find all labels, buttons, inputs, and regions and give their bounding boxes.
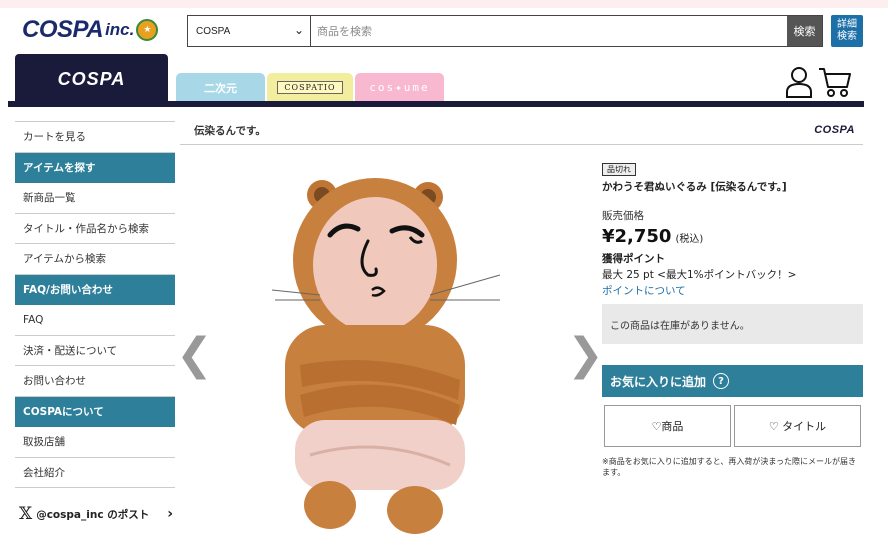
points-info-link[interactable]: ポイントについて xyxy=(602,283,864,298)
status-badge: 品切れ xyxy=(602,163,636,176)
advanced-search-button[interactable]: 詳細 検索 xyxy=(831,15,863,47)
search-scope-value: COSPA xyxy=(196,25,231,37)
sidebar-item-faq[interactable]: FAQ xyxy=(15,305,175,336)
search-bar: COSPA ⌄ 検索 xyxy=(187,15,823,47)
nav-band xyxy=(8,101,864,107)
price-value: ¥2,750 xyxy=(602,226,672,247)
favorite-note: ※商品をお気に入りに追加すると、再入荷が決まった際にメールが届きます。 xyxy=(602,457,857,477)
sidebar-head-about[interactable]: COSPAについて xyxy=(15,396,175,427)
advanced-search-label: 詳細 検索 xyxy=(837,19,857,42)
logo-text: COSPA xyxy=(22,16,104,43)
sidebar-item-cart[interactable]: カートを見る xyxy=(15,122,175,153)
tab-nijigen[interactable]: 二次元 xyxy=(176,73,265,102)
help-icon[interactable]: ? xyxy=(713,373,730,389)
logo-suffix: inc. xyxy=(105,20,135,39)
tab-cospa-label: COSPA xyxy=(57,68,126,89)
prev-image-button[interactable]: ❮ xyxy=(176,333,213,377)
tab-costume-label: cos✦ume xyxy=(369,81,430,94)
search-button[interactable]: 検索 xyxy=(787,16,822,46)
logo-badge-icon: ★ xyxy=(136,19,159,41)
search-scope-select[interactable]: COSPA ⌄ xyxy=(188,16,311,46)
sidebar-item-company[interactable]: 会社紹介 xyxy=(15,458,175,488)
sidebar-x-link[interactable]: 𝕏 @cospa_inc のポスト › xyxy=(15,488,175,540)
sidebar-top-divider xyxy=(15,110,175,122)
points-title: 獲得ポイント xyxy=(602,253,665,265)
breadcrumb-brand-logo: COSPA xyxy=(814,124,855,136)
cart-icon[interactable] xyxy=(818,66,852,98)
breadcrumb: 伝染るんです。 COSPA xyxy=(180,116,863,145)
sidebar: カートを見る アイテムを探す 新商品一覧 タイトル・作品名から検索 アイテムから… xyxy=(15,110,175,540)
tab-cospatio[interactable]: COSPATIO xyxy=(267,73,353,102)
x-logo-icon: 𝕏 xyxy=(19,504,33,524)
sidebar-item-contact[interactable]: お問い合わせ xyxy=(15,366,175,397)
chevron-down-icon: ⌄ xyxy=(293,23,304,37)
sidebar-head-items[interactable]: アイテムを探す xyxy=(15,152,175,183)
sidebar-item-payment[interactable]: 決済・配送について xyxy=(15,336,175,366)
product-name: かわうそ君ぬいぐるみ [伝染るんです。] xyxy=(602,181,787,193)
points-value: 最大 25 pt <最大1%ポイントバック！> xyxy=(602,269,797,281)
favorite-header-label: お気に入りに追加 xyxy=(610,374,707,389)
tab-costume[interactable]: cos✦ume xyxy=(355,73,444,102)
search-input[interactable] xyxy=(311,16,787,46)
product-image xyxy=(271,178,501,534)
product-info: 品切れ かわうそ君ぬいぐるみ [伝染るんです。] 販売価格 ¥2,750 (税込… xyxy=(602,157,864,298)
tab-cospatio-label: COSPATIO xyxy=(277,81,343,94)
sidebar-item-title-search[interactable]: タイトル・作品名から検索 xyxy=(15,214,175,244)
tab-nijigen-label: 二次元 xyxy=(204,81,237,95)
sidebar-item-item-search[interactable]: アイテムから検索 xyxy=(15,244,175,275)
sidebar-item-new[interactable]: 新商品一覧 xyxy=(15,183,175,214)
chevron-right-icon: › xyxy=(167,506,173,522)
breadcrumb-title[interactable]: 伝染るんです。 xyxy=(194,123,266,138)
user-icon[interactable] xyxy=(784,66,814,98)
sidebar-item-stores[interactable]: 取扱店舗 xyxy=(15,427,175,458)
tax-note: (税込) xyxy=(675,234,704,245)
tab-cospa[interactable]: COSPA xyxy=(15,54,168,104)
favorite-header: お気に入りに追加 ? xyxy=(602,365,863,397)
favorite-title-button[interactable]: ♡ タイトル xyxy=(734,405,861,447)
price-row: ¥2,750 (税込) xyxy=(602,226,864,247)
sidebar-x-label: @cospa_inc のポスト xyxy=(36,508,150,521)
price-label: 販売価格 xyxy=(602,210,644,222)
site-logo[interactable]: COSPA inc. ★ xyxy=(22,16,172,44)
sidebar-head-faq[interactable]: FAQ/お問い合わせ xyxy=(15,274,175,305)
next-image-button[interactable]: ❯ xyxy=(567,333,604,377)
stock-message: この商品は在庫がありません。 xyxy=(602,304,863,344)
top-strip xyxy=(0,0,888,8)
favorite-item-button[interactable]: ♡商品 xyxy=(604,405,731,447)
